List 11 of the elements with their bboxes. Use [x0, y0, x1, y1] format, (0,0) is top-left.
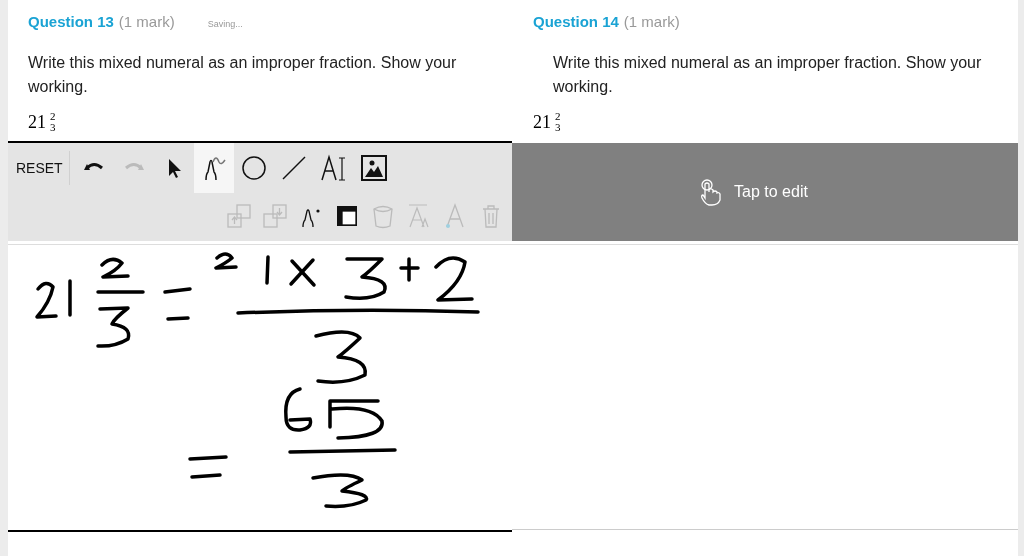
hand-pointer-icon	[698, 178, 723, 206]
question-prompt: Write this mixed numeral as an improper fraction. Show your working.	[28, 53, 458, 97]
marks-label: (1 mark)	[118, 13, 175, 30]
question-title: Question 14	[533, 13, 619, 30]
question-title: Question 13	[28, 13, 114, 30]
pen-icon[interactable]	[193, 143, 234, 193]
saving-status: Saving...	[207, 19, 243, 29]
marks-label: (1 mark)	[623, 13, 680, 30]
question-prompt: Write this mixed numeral as an improper fraction. Show your working.	[552, 53, 983, 97]
reset-button[interactable]: RESET	[14, 160, 69, 176]
tap-to-edit-button[interactable]: Tap to edit	[512, 143, 1018, 241]
